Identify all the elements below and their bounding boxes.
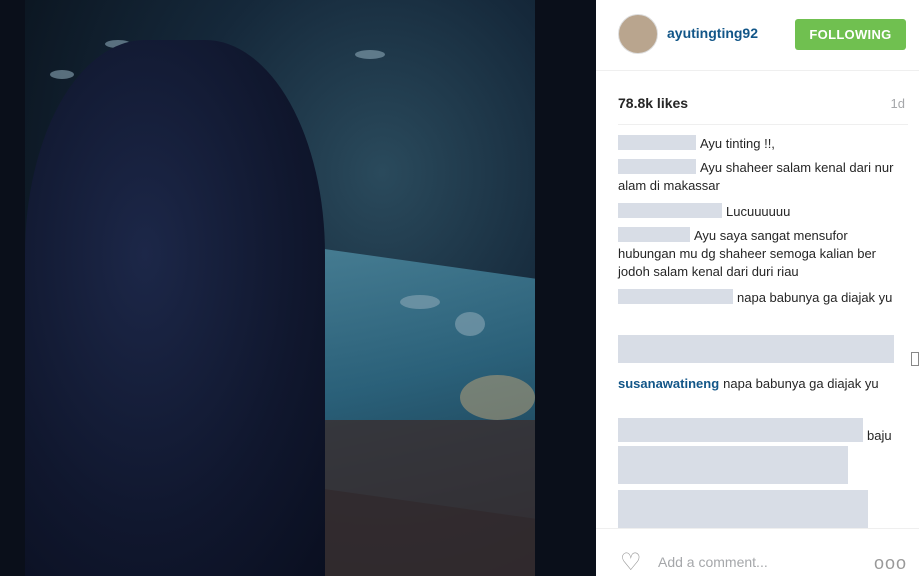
blurred-comment xyxy=(618,418,863,442)
blurred-username xyxy=(618,227,690,242)
scrollbar-thumb[interactable] xyxy=(911,352,919,366)
divider xyxy=(618,124,908,125)
comment: napa babunya ga diajak yu xyxy=(618,289,898,307)
comment-text: baju xyxy=(867,428,892,443)
comment-redacted: baju xyxy=(618,418,898,445)
comment: Ayu saya sangat mensufor hubungan mu dg … xyxy=(618,227,898,281)
comment: Ayu shaheer salam kenal dari nur alam di… xyxy=(618,159,898,195)
more-options-icon[interactable]: ooo xyxy=(874,553,907,574)
post-side-panel: ayutingting92 FOLLOWING 78.8k likes 1d A… xyxy=(596,0,919,576)
avatar[interactable] xyxy=(618,14,658,54)
comment-redacted xyxy=(618,490,898,530)
fish xyxy=(460,375,535,420)
woman-and-child xyxy=(25,40,325,576)
blurred-comment xyxy=(618,490,868,528)
post-header: ayutingting92 FOLLOWING xyxy=(596,0,919,71)
likes-count[interactable]: 78.8k likes xyxy=(618,95,688,111)
blurred-comment xyxy=(618,446,848,484)
comment: susanawatineng napa babunya ga diajak yu xyxy=(618,375,898,393)
blurred-username xyxy=(618,135,696,150)
following-button[interactable]: FOLLOWING xyxy=(795,19,906,50)
comment-text: Ayu tinting !!, xyxy=(700,136,775,151)
heart-icon[interactable]: ♡ xyxy=(620,551,642,575)
comment-text: Lucuuuuuu xyxy=(726,204,791,219)
blurred-username xyxy=(618,289,733,304)
blurred-username xyxy=(618,159,696,174)
fish xyxy=(455,312,485,336)
comment: Lucuuuuuu xyxy=(618,203,898,221)
comments-list[interactable]: Ayu tinting !!, Ayu shaheer salam kenal … xyxy=(596,130,906,530)
comment: Ayu tinting !!, xyxy=(618,135,898,153)
comment-redacted xyxy=(618,446,898,487)
tank-rock xyxy=(300,420,535,576)
fish xyxy=(50,70,74,79)
blurred-username xyxy=(618,203,722,218)
add-comment-input[interactable]: Add a comment... xyxy=(658,554,768,570)
blurred-comment xyxy=(618,335,894,363)
comment-username[interactable]: susanawatineng xyxy=(618,376,719,391)
post-photo[interactable] xyxy=(0,0,596,576)
comment-bar: ♡ Add a comment... ooo xyxy=(596,528,919,577)
post-age[interactable]: 1d xyxy=(891,96,905,111)
fish xyxy=(400,295,440,309)
comment-text: napa babunya ga diajak yu xyxy=(737,290,893,305)
comment-text: napa babunya ga diajak yu xyxy=(723,376,879,391)
fish xyxy=(355,50,385,59)
username-link[interactable]: ayutingting92 xyxy=(667,25,758,41)
comment-redacted xyxy=(618,335,898,366)
